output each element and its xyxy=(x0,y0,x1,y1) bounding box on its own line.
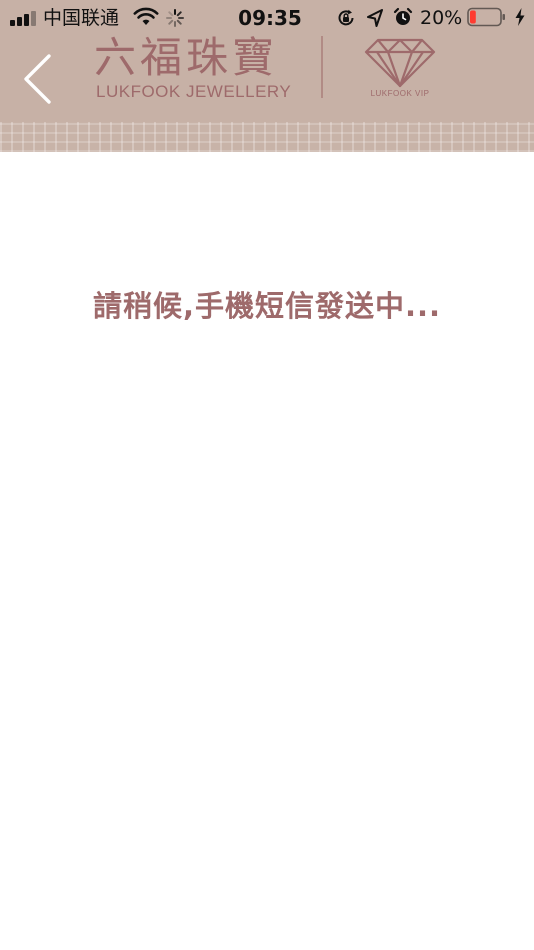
charging-bolt-icon xyxy=(515,8,525,26)
rotation-lock-icon xyxy=(338,9,354,26)
screen: 中国联通 09:35 20% 六福珠寶 LUKFOOK JEWELLERY LU… xyxy=(0,0,534,950)
battery-fill xyxy=(470,10,476,24)
diamond-logo-icon xyxy=(364,38,436,88)
status-bar: 中国联通 09:35 20% xyxy=(0,0,534,36)
alarm-clock-icon xyxy=(393,7,413,25)
header-divider xyxy=(321,36,323,98)
brand-name-english: LUKFOOK JEWELLERY xyxy=(96,82,292,101)
battery-icon xyxy=(467,7,505,27)
location-arrow-icon xyxy=(367,9,383,27)
back-button[interactable] xyxy=(14,50,64,108)
sms-sending-message: 請稍候,手機短信發送中... xyxy=(92,289,442,323)
brand-name-chinese: 六福珠寶 xyxy=(94,33,279,82)
carrier-name: 中国联通 xyxy=(43,7,120,29)
vip-label: LUKFOOK VIP xyxy=(370,89,430,98)
chevron-left-icon xyxy=(24,54,51,104)
header-pattern xyxy=(0,122,534,152)
activity-spinner-icon xyxy=(166,9,184,27)
cellular-signal-icon xyxy=(10,10,38,26)
status-time: 09:35 xyxy=(238,6,302,30)
battery-percentage: 20% xyxy=(420,7,463,29)
wifi-icon xyxy=(133,7,159,25)
app-header: 中国联通 09:35 20% 六福珠寶 LUKFOOK JEWELLERY LU… xyxy=(0,0,534,152)
header-pattern-fade xyxy=(0,104,534,124)
